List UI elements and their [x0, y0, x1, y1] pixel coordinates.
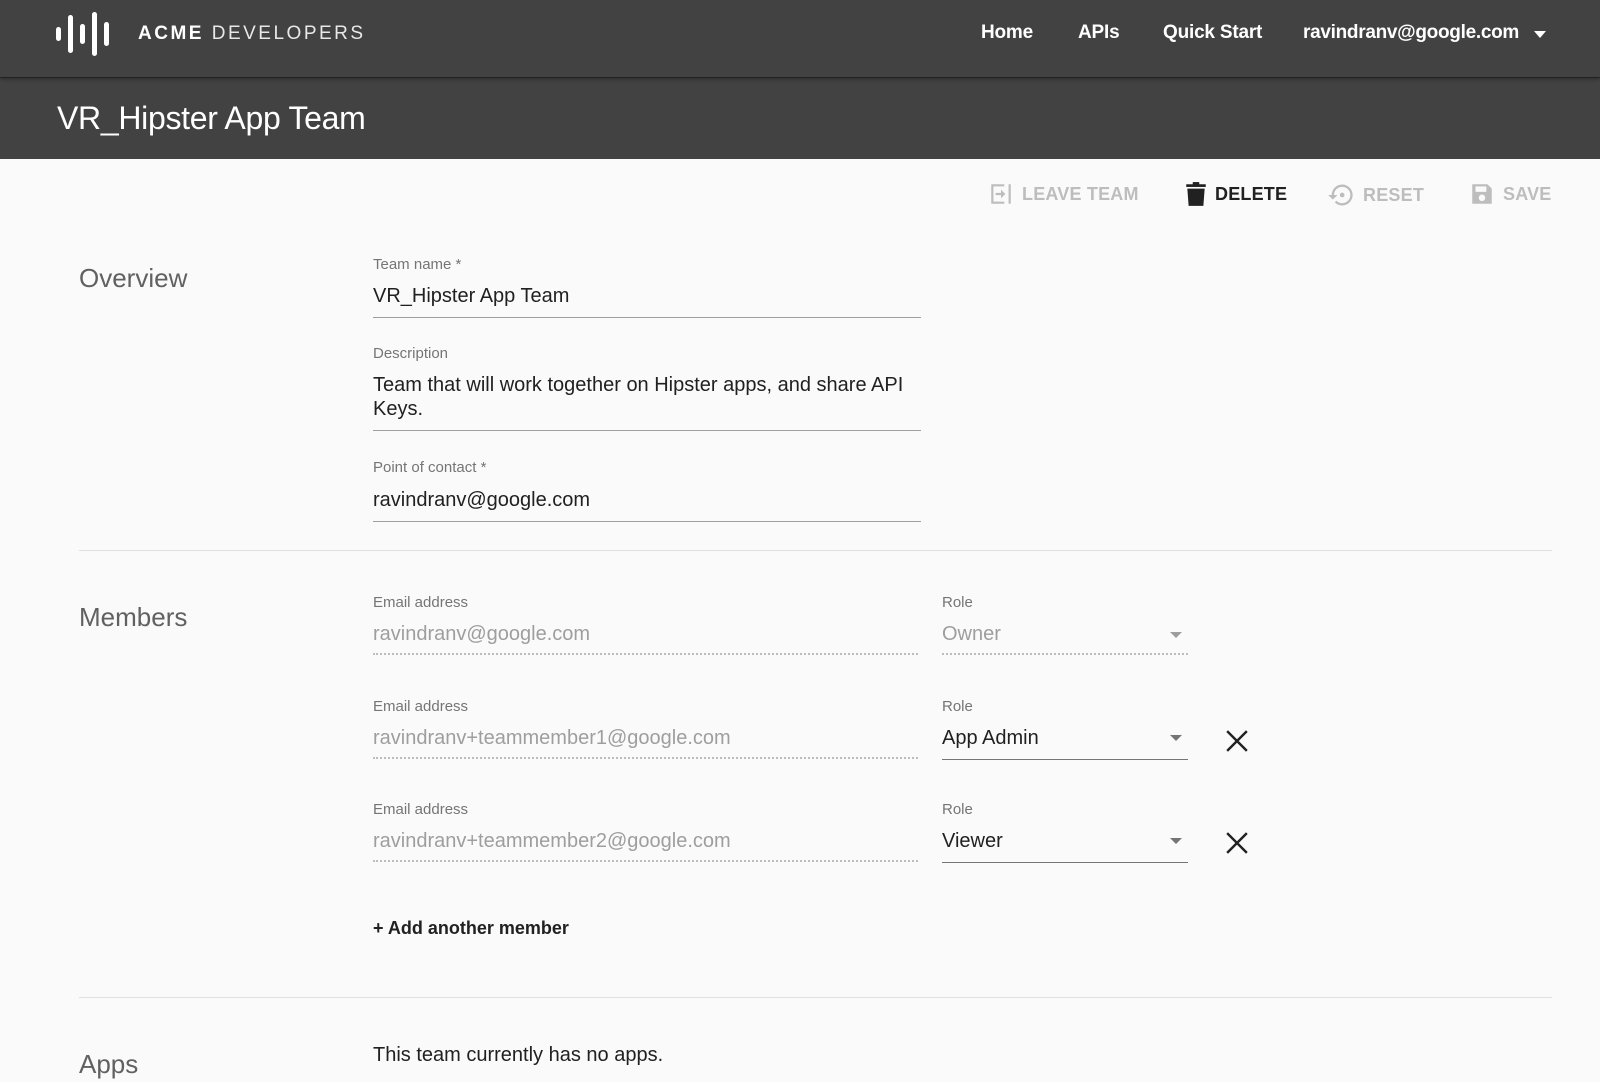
- delete-label: DELETE: [1215, 183, 1288, 204]
- acme-bars-logo-icon: [56, 12, 109, 56]
- apps-empty-message: This team currently has no apps.: [373, 1044, 664, 1066]
- member-role-label: Role: [942, 594, 973, 611]
- section-divider: [79, 997, 1552, 998]
- top-navigation-bar: ACME DEVELOPERS Home APIs Quick Start ra…: [0, 0, 1600, 77]
- chevron-down-icon: [1534, 30, 1546, 38]
- overview-section-title: Overview: [79, 263, 188, 293]
- member-role-label: Role: [942, 698, 973, 715]
- point-of-contact-underline: [373, 521, 921, 522]
- member-role-underline: [942, 653, 1188, 655]
- member-email-label: Email address: [373, 698, 469, 715]
- member-email-input: ravindranv+teammember2@google.com: [373, 830, 731, 852]
- page-title: VR_Hipster App Team: [57, 100, 366, 136]
- team-name-input[interactable]: VR_Hipster App Team: [373, 284, 921, 308]
- member-email-underline: [373, 757, 918, 759]
- member-email-label: Email address: [373, 801, 469, 818]
- member-email-underline: [373, 653, 918, 655]
- member-role-select[interactable]: App Admin: [942, 726, 1188, 750]
- exit-to-app-icon: [991, 184, 1011, 204]
- leave-team-button[interactable]: LEAVE TEAM: [988, 181, 1139, 207]
- page-title-bar: VR_Hipster App Team: [0, 77, 1600, 159]
- team-name-label: Team name *: [373, 256, 462, 273]
- chevron-down-icon[interactable]: [1170, 838, 1182, 844]
- nav-quick-start-link[interactable]: Quick Start: [1163, 22, 1262, 44]
- member-role-underline: [942, 862, 1188, 863]
- member-email-label: Email address: [373, 594, 469, 611]
- brand-primary: ACME: [138, 23, 204, 44]
- member-email-underline: [373, 860, 918, 862]
- point-of-contact-label: Point of contact *: [373, 459, 487, 476]
- member-role-select[interactable]: Viewer: [942, 829, 1188, 853]
- point-of-contact-input[interactable]: ravindranv@google.com: [373, 488, 921, 512]
- delete-button[interactable]: DELETE: [1185, 181, 1287, 207]
- floppy-disk-icon: [1472, 184, 1492, 204]
- section-divider: [79, 550, 1552, 551]
- chevron-down-icon[interactable]: [1170, 735, 1182, 741]
- description-label: Description: [373, 345, 449, 362]
- account-menu[interactable]: ravindranv@google.com: [1303, 22, 1546, 44]
- chevron-down-icon: [1170, 632, 1182, 638]
- trash-icon: [1186, 182, 1206, 206]
- remove-member-button[interactable]: [1225, 831, 1249, 860]
- team-name-underline: [373, 317, 921, 318]
- remove-member-button[interactable]: [1225, 729, 1249, 758]
- account-email: ravindranv@google.com: [1303, 22, 1519, 43]
- close-icon: [1226, 730, 1248, 752]
- save-button[interactable]: SAVE: [1469, 181, 1551, 207]
- member-email-input: ravindranv+teammember1@google.com: [373, 727, 731, 749]
- description-underline: [373, 430, 921, 431]
- close-icon: [1226, 832, 1248, 854]
- nav-apis-link[interactable]: APIs: [1078, 22, 1120, 44]
- member-role-select: Owner: [942, 623, 1001, 645]
- member-role-underline: [942, 759, 1188, 760]
- member-email-input: ravindranv@google.com: [373, 623, 591, 645]
- leave-team-label: LEAVE TEAM: [1022, 183, 1139, 204]
- description-input[interactable]: Team that will work together on Hipster …: [373, 373, 921, 421]
- brand-name: ACME DEVELOPERS: [138, 23, 366, 45]
- restore-icon: [1328, 184, 1353, 206]
- brand-logo[interactable]: ACME DEVELOPERS: [56, 12, 366, 56]
- members-section-title: Members: [79, 602, 188, 632]
- reset-button[interactable]: RESET: [1327, 181, 1424, 209]
- reset-label: RESET: [1363, 184, 1425, 205]
- add-member-button[interactable]: + Add another member: [373, 918, 569, 939]
- apps-section-title: Apps: [79, 1049, 139, 1079]
- nav-home-link[interactable]: Home: [981, 22, 1033, 44]
- save-label: SAVE: [1503, 183, 1552, 204]
- member-role-label: Role: [942, 801, 973, 818]
- brand-secondary: DEVELOPERS: [211, 23, 366, 44]
